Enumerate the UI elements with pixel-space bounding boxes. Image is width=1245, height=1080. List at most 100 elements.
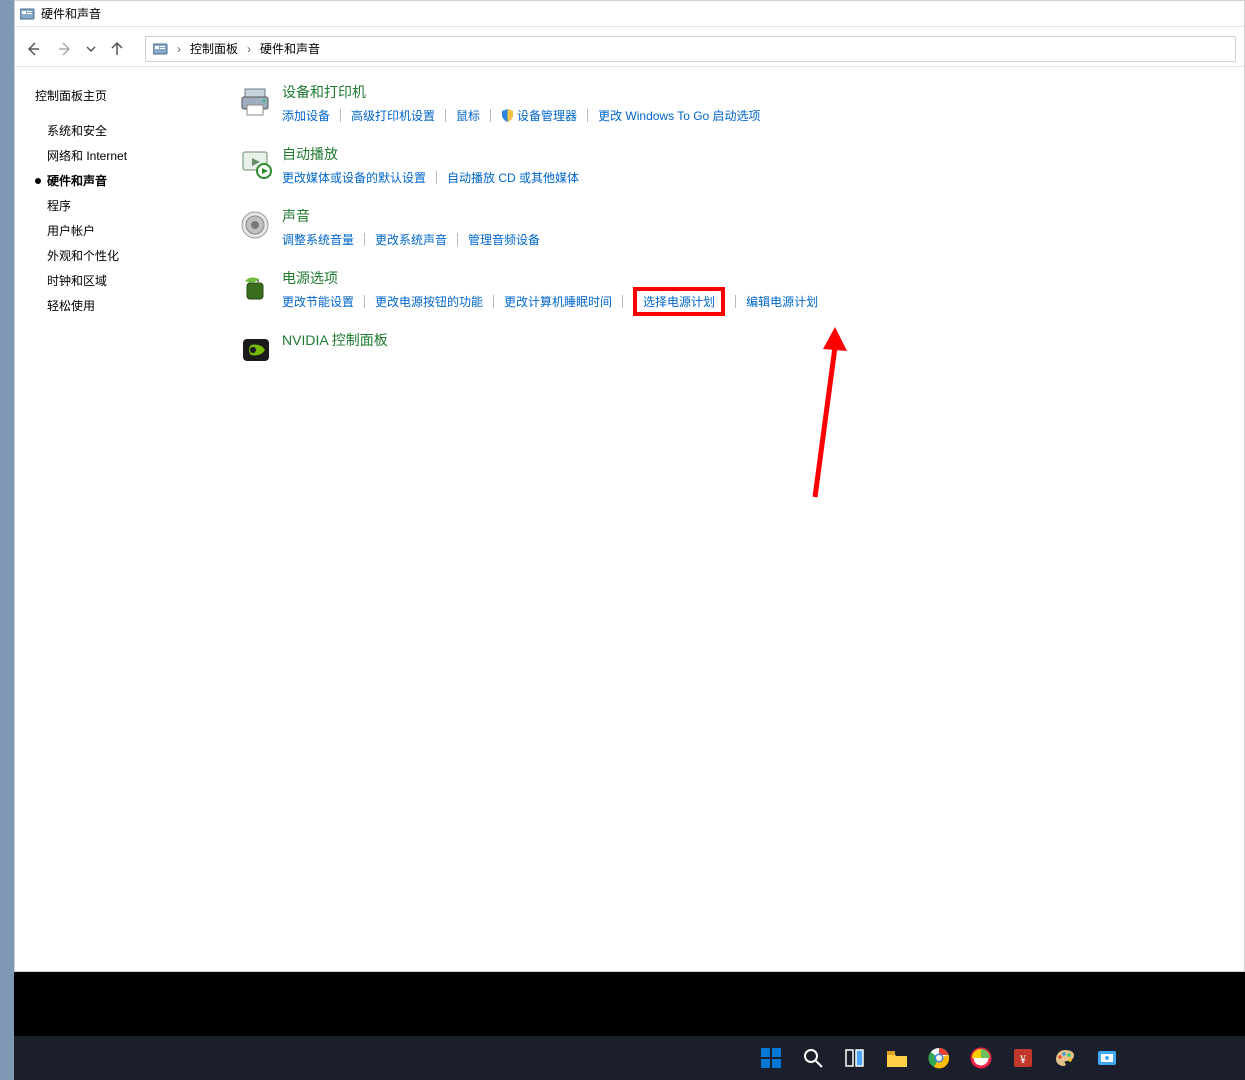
link-manage-audio[interactable]: 管理音频设备 xyxy=(468,229,540,250)
link-power-button-function[interactable]: 更改电源按钮的功能 xyxy=(375,291,483,312)
sidebar: 控制面板主页 系统和安全 网络和 Internet 硬件和声音 程序 用户帐户 xyxy=(15,67,200,971)
nvidia-icon xyxy=(236,330,276,370)
bullet-icon xyxy=(35,228,41,234)
chevron-right-icon[interactable]: › xyxy=(177,42,181,56)
sidebar-item-label: 系统和安全 xyxy=(47,122,107,139)
sidebar-item-label: 网络和 Internet xyxy=(47,147,127,164)
bullet-icon xyxy=(35,278,41,284)
sidebar-item-network-internet[interactable]: 网络和 Internet xyxy=(35,147,200,164)
task-view-button[interactable] xyxy=(837,1040,873,1076)
link-edit-power-plan[interactable]: 编辑电源计划 xyxy=(746,291,818,312)
link-change-energy[interactable]: 更改节能设置 xyxy=(282,291,354,312)
link-change-sleep-time[interactable]: 更改计算机睡眠时间 xyxy=(504,291,612,312)
category-title[interactable]: 设备和打印机 xyxy=(282,82,1224,102)
link-autoplay-cd[interactable]: 自动播放 CD 或其他媒体 xyxy=(447,167,579,188)
link-add-device[interactable]: 添加设备 xyxy=(282,105,330,126)
windows-taskbar: ¥ xyxy=(14,1036,1245,1080)
category-nvidia: NVIDIA 控制面板 xyxy=(236,330,1224,370)
separator xyxy=(364,233,365,246)
link-adjust-volume[interactable]: 调整系统音量 xyxy=(282,229,354,250)
breadcrumb-current[interactable]: 硬件和声音 xyxy=(258,37,322,60)
sidebar-item-appearance[interactable]: 外观和个性化 xyxy=(35,247,200,264)
control-panel-window: 硬件和声音 › 控制面板 › 硬件和声音 控制面板主页 xyxy=(14,0,1245,972)
category-links: 调整系统音量 更改系统声音 管理音频设备 xyxy=(282,229,1224,250)
bullet-icon xyxy=(35,253,41,259)
start-button[interactable] xyxy=(753,1040,789,1076)
sidebar-home-link[interactable]: 控制面板主页 xyxy=(35,87,200,104)
link-change-default[interactable]: 更改媒体或设备的默认设置 xyxy=(282,167,426,188)
category-title[interactable]: 自动播放 xyxy=(282,144,1224,164)
bullet-icon xyxy=(35,203,41,209)
breadcrumb-root[interactable]: 控制面板 xyxy=(188,37,240,60)
bullet-icon xyxy=(35,303,41,309)
category-title[interactable]: 声音 xyxy=(282,206,1224,226)
link-advanced-printer[interactable]: 高级打印机设置 xyxy=(351,105,435,126)
category-power-options: 电源选项 更改节能设置 更改电源按钮的功能 更改计算机睡眠时间 选择电源计划 编… xyxy=(236,268,1224,312)
window-title: 硬件和声音 xyxy=(41,5,101,22)
sidebar-item-label: 轻松使用 xyxy=(47,297,95,314)
separator xyxy=(445,109,446,122)
category-sound: 声音 调整系统音量 更改系统声音 管理音频设备 xyxy=(236,206,1224,250)
sidebar-item-programs[interactable]: 程序 xyxy=(35,197,200,214)
taskbar-icons: ¥ xyxy=(753,1040,1125,1076)
separator xyxy=(622,295,623,308)
sidebar-item-label: 用户帐户 xyxy=(47,222,95,239)
recent-dropdown-button[interactable] xyxy=(83,35,99,63)
link-device-manager[interactable]: 设备管理器 xyxy=(501,105,577,126)
category-links: 更改节能设置 更改电源按钮的功能 更改计算机睡眠时间 选择电源计划 编辑电源计划 xyxy=(282,291,1224,312)
paint-button[interactable] xyxy=(1047,1040,1083,1076)
separator xyxy=(735,295,736,308)
speaker-icon xyxy=(236,206,276,246)
address-bar[interactable]: › 控制面板 › 硬件和声音 xyxy=(145,36,1236,62)
forward-button[interactable] xyxy=(51,35,79,63)
back-button[interactable] xyxy=(19,35,47,63)
separator xyxy=(490,109,491,122)
category-links: 添加设备 高级打印机设置 鼠标 设备管理器 更改 Windows To Go 启 xyxy=(282,105,1224,126)
bullet-icon xyxy=(35,128,41,134)
separator xyxy=(340,109,341,122)
bullet-icon xyxy=(35,153,41,159)
link-label: 设备管理器 xyxy=(517,109,577,123)
browser2-button[interactable] xyxy=(963,1040,999,1076)
sidebar-item-ease-of-access[interactable]: 轻松使用 xyxy=(35,297,200,314)
category-devices-printers: 设备和打印机 添加设备 高级打印机设置 鼠标 设备管理器 xyxy=(236,82,1224,126)
app-red-button[interactable]: ¥ xyxy=(1005,1040,1041,1076)
sidebar-item-clock-region[interactable]: 时钟和区域 xyxy=(35,272,200,289)
content-area: 控制面板主页 系统和安全 网络和 Internet 硬件和声音 程序 用户帐户 xyxy=(15,67,1244,971)
sidebar-item-hardware-sound[interactable]: 硬件和声音 xyxy=(35,172,200,189)
chevron-right-icon[interactable]: › xyxy=(247,42,251,56)
separator xyxy=(436,171,437,184)
sidebar-item-label: 外观和个性化 xyxy=(47,247,119,264)
category-autoplay: 自动播放 更改媒体或设备的默认设置 自动播放 CD 或其他媒体 xyxy=(236,144,1224,188)
up-button[interactable] xyxy=(103,35,131,63)
separator xyxy=(587,109,588,122)
control-panel-icon xyxy=(19,6,37,22)
svg-text:¥: ¥ xyxy=(1020,1052,1026,1066)
separator xyxy=(457,233,458,246)
desktop-left-strip xyxy=(0,0,14,1080)
category-title[interactable]: NVIDIA 控制面板 xyxy=(282,330,1224,350)
link-mouse[interactable]: 鼠标 xyxy=(456,105,480,126)
printer-icon xyxy=(236,82,276,122)
shield-icon xyxy=(501,109,515,123)
bullet-icon xyxy=(35,178,41,184)
screenshot-tool-button[interactable] xyxy=(1089,1040,1125,1076)
category-title[interactable]: 电源选项 xyxy=(282,268,1224,288)
chrome-button[interactable] xyxy=(921,1040,957,1076)
address-bar-icon xyxy=(152,41,170,57)
link-windows-to-go[interactable]: 更改 Windows To Go 启动选项 xyxy=(598,105,760,126)
battery-leaf-icon xyxy=(236,268,276,308)
sidebar-item-system-security[interactable]: 系统和安全 xyxy=(35,122,200,139)
sidebar-item-user-accounts[interactable]: 用户帐户 xyxy=(35,222,200,239)
search-button[interactable] xyxy=(795,1040,831,1076)
link-choose-power-plan[interactable]: 选择电源计划 xyxy=(633,287,725,316)
link-change-system-sounds[interactable]: 更改系统声音 xyxy=(375,229,447,250)
separator xyxy=(364,295,365,308)
file-explorer-button[interactable] xyxy=(879,1040,915,1076)
category-links: 更改媒体或设备的默认设置 自动播放 CD 或其他媒体 xyxy=(282,167,1224,188)
sidebar-item-label: 硬件和声音 xyxy=(47,172,107,189)
navigation-bar: › 控制面板 › 硬件和声音 xyxy=(15,31,1244,67)
autoplay-icon xyxy=(236,144,276,184)
sidebar-item-label: 时钟和区域 xyxy=(47,272,107,289)
window-titlebar: 硬件和声音 xyxy=(15,1,1244,27)
